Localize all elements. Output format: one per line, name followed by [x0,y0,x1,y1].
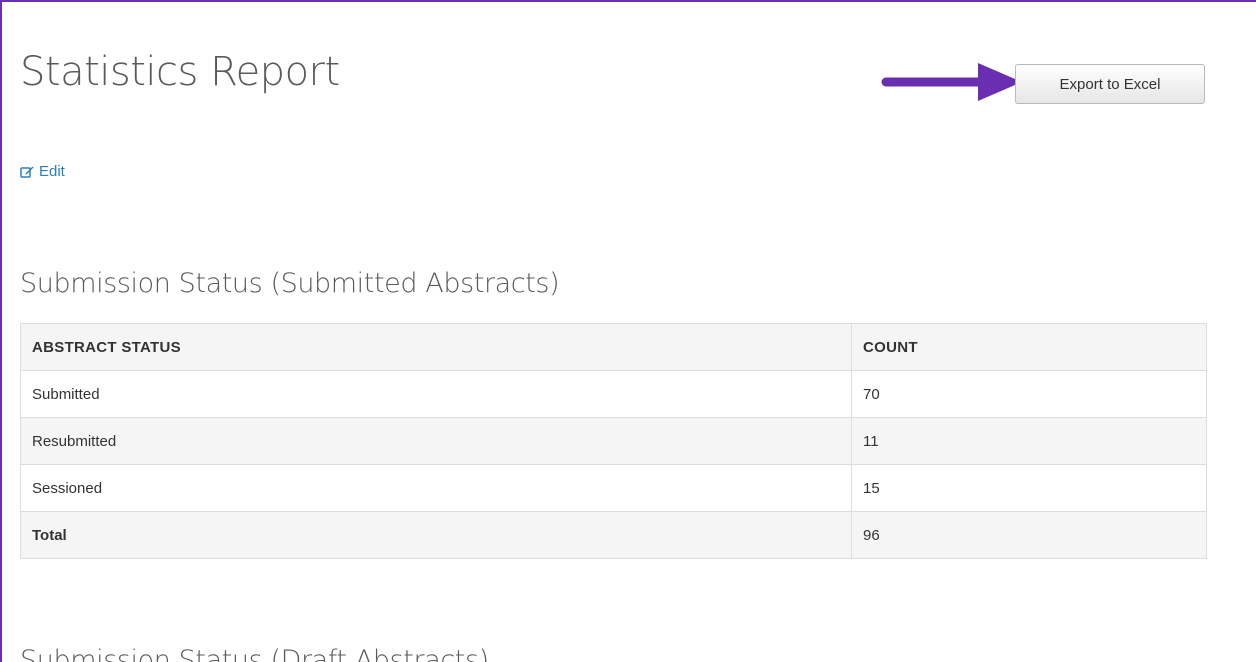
status-cell: Submitted [20,370,852,418]
export-to-excel-button[interactable]: Export to Excel [1015,64,1205,104]
table-row: Sessioned 15 [20,464,1207,512]
count-cell: 15 [851,464,1207,512]
edit-link[interactable]: Edit [20,163,65,180]
submitted-section-heading: Submission Status (Submitted Abstracts) [20,268,560,299]
report-page: Statistics Report Export to Excel Edit S… [0,0,1256,662]
table-header-row: ABSTRACT STATUS COUNT [20,323,1207,371]
table-row: Resubmitted 11 [20,417,1207,465]
table-row: Submitted 70 [20,370,1207,418]
edit-label: Edit [39,163,65,180]
table-total-row: Total 96 [20,511,1207,559]
count-cell: 11 [851,417,1207,465]
draft-section-heading: Submission Status (Draft Abstracts) [20,645,489,662]
arrow-right-icon [881,63,1022,101]
total-count-cell: 96 [851,511,1207,559]
column-header-status: ABSTRACT STATUS [20,323,852,371]
page-title: Statistics Report [20,49,340,95]
status-cell: Sessioned [20,464,852,512]
status-cell: Resubmitted [20,417,852,465]
column-header-count: COUNT [851,323,1207,371]
count-cell: 70 [851,370,1207,418]
submission-status-table: ABSTRACT STATUS COUNT Submitted 70 Resub… [20,323,1207,559]
total-label-cell: Total [20,511,852,559]
edit-icon [20,166,34,178]
